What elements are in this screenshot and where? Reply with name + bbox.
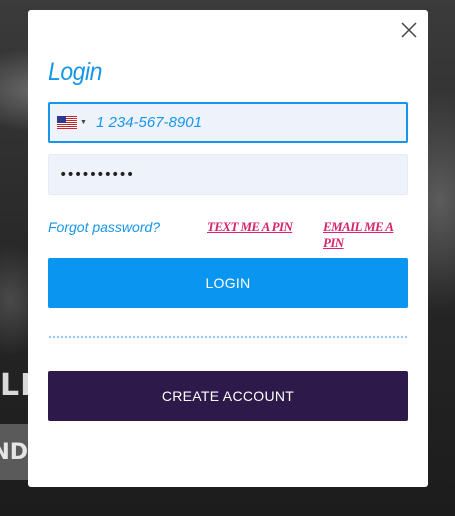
us-flag-icon bbox=[57, 116, 77, 129]
login-button[interactable]: LOGIN bbox=[48, 258, 408, 308]
password-input[interactable] bbox=[49, 155, 407, 194]
password-field bbox=[48, 154, 408, 195]
email-me-a-pin-link[interactable]: EMAIL ME A PIN bbox=[323, 219, 408, 251]
close-button[interactable] bbox=[399, 20, 419, 40]
background-tile-text: ND bbox=[0, 439, 28, 465]
text-me-a-pin-link[interactable]: TEXT ME A PIN bbox=[207, 219, 293, 235]
forgot-password-link[interactable]: Forgot password? bbox=[48, 219, 160, 235]
chevron-down-icon: ▼ bbox=[80, 119, 87, 126]
phone-input[interactable] bbox=[92, 104, 406, 141]
dotted-divider bbox=[48, 335, 408, 339]
phone-field: ▼ bbox=[48, 102, 408, 143]
background-tile: ND bbox=[0, 424, 28, 480]
create-account-button[interactable]: CREATE ACCOUNT bbox=[48, 371, 408, 421]
close-icon bbox=[401, 22, 417, 38]
modal-title: Login bbox=[48, 58, 102, 86]
login-options: Forgot password? TEXT ME A PIN EMAIL ME … bbox=[48, 219, 408, 250]
login-modal: Login ▼ Forgot password? TEXT ME A PIN E… bbox=[28, 10, 428, 487]
country-select[interactable]: ▼ bbox=[50, 104, 92, 141]
